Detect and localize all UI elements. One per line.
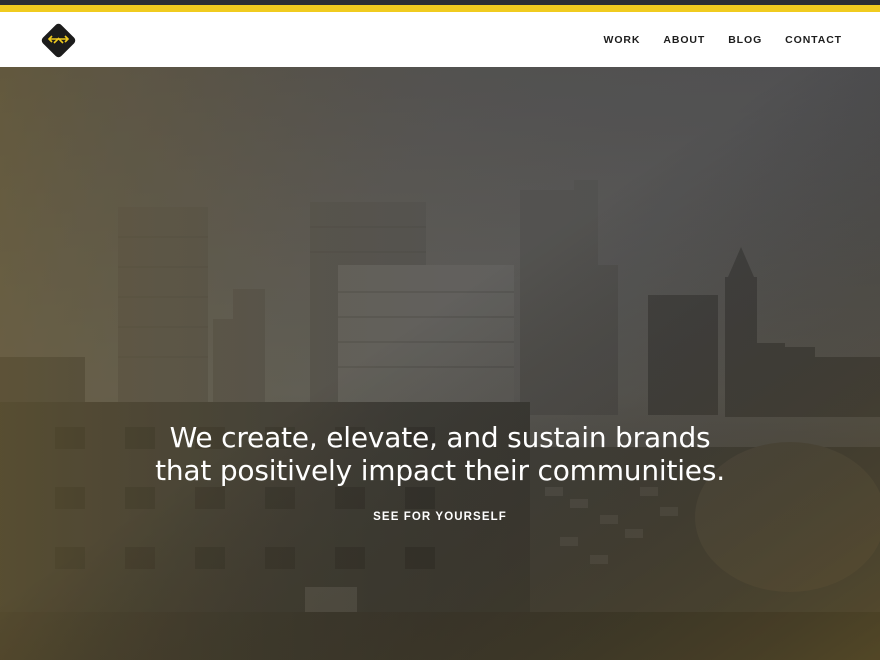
main-nav: WORK ABOUT BLOG CONTACT [604,12,842,67]
city-skyline-image [0,67,880,660]
logo-icon[interactable] [40,22,77,59]
nav-item-contact[interactable]: CONTACT [785,34,842,46]
hero-cta-wrapper: SEE FOR YOURSELF [0,507,880,525]
hero-headline-line-1: We create, elevate, and sustain brands [169,421,711,454]
nav-item-work[interactable]: WORK [604,34,641,46]
hero-headline: We create, elevate, and sustain brands t… [0,421,880,487]
site-header: WORK ABOUT BLOG CONTACT [0,12,880,67]
top-accent-stripe [0,0,880,12]
hero-headline-line-2: that positively impact their communities… [155,454,725,487]
stripe-gold [0,5,880,12]
nav-item-blog[interactable]: BLOG [728,34,762,46]
hero-section: We create, elevate, and sustain brands t… [0,67,880,660]
see-for-yourself-link[interactable]: SEE FOR YOURSELF [373,511,507,523]
nav-item-about[interactable]: ABOUT [663,34,705,46]
